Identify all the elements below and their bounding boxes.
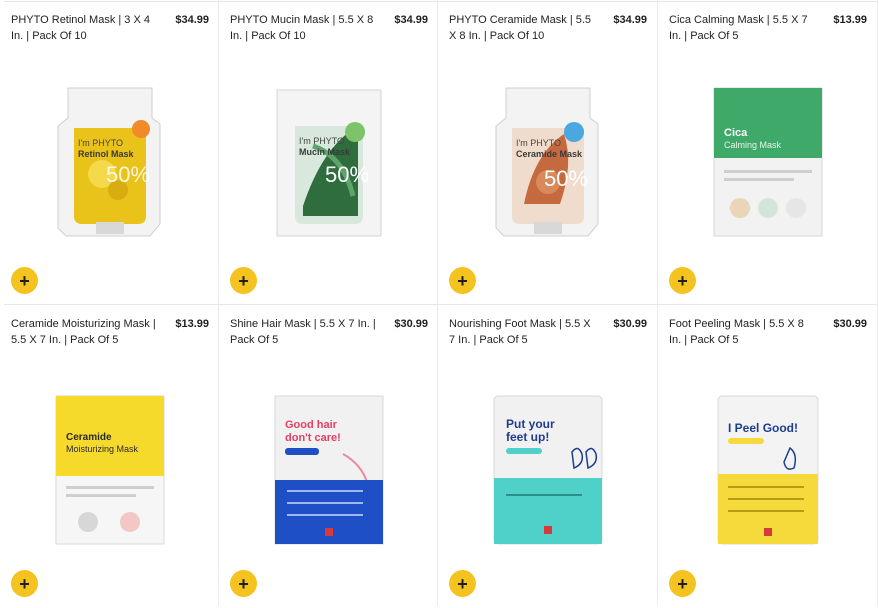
product-price: $34.99 [175, 14, 209, 26]
ceramide-moisturizing-mask-image[interactable]: Ceramide Moisturizing Mask [54, 394, 166, 546]
add-to-cart-button[interactable]: + [669, 267, 696, 294]
phyto-retinol-mask-image[interactable]: I'm PHYTO Retinol Mask 50% [54, 86, 166, 238]
product-title[interactable]: Cica Calming Mask | 5.5 X 7 In. | Pack O… [669, 12, 819, 44]
product-title[interactable]: PHYTO Retinol Mask | 3 X 4 In. | Pack Of… [11, 12, 161, 44]
add-to-cart-button[interactable]: + [449, 267, 476, 294]
product-title[interactable]: Foot Peeling Mask | 5.5 X 8 In. | Pack O… [669, 316, 819, 348]
svg-text:I'm PHYTO: I'm PHYTO [516, 138, 561, 148]
product-price: $13.99 [833, 14, 867, 26]
add-to-cart-button[interactable]: + [11, 267, 38, 294]
product-price: $30.99 [833, 318, 867, 330]
pack-text-2: feet up! [506, 430, 549, 444]
product-grid: PHYTO Retinol Mask | 3 X 4 In. | Pack Of… [0, 0, 879, 606]
pack-text: Mucin Mask [299, 147, 351, 157]
pack-text: Cica [724, 127, 748, 139]
product-card[interactable]: Ceramide Moisturizing Mask | 5.5 X 7 In.… [0, 305, 219, 608]
pack-text-2: Moisturizing Mask [66, 444, 139, 454]
cica-calming-mask-image[interactable]: Cica Calming Mask [712, 86, 824, 238]
nourishing-foot-mask-image[interactable]: Put your feet up! [492, 394, 604, 546]
product-price: $34.99 [613, 14, 647, 26]
add-to-cart-button[interactable]: + [669, 570, 696, 597]
pack-text: Good hair [285, 419, 338, 431]
product-title[interactable]: Nourishing Foot Mask | 5.5 X 7 In. | Pac… [449, 316, 599, 348]
product-price: $30.99 [613, 318, 647, 330]
divider [877, 0, 878, 606]
phyto-mucin-mask-image[interactable]: I'm PHYTO Mucin Mask 50% [273, 86, 385, 238]
pack-text: I Peel Good! [728, 421, 798, 435]
pack-text-2: don't care! [285, 432, 341, 444]
product-title[interactable]: Ceramide Moisturizing Mask | 5.5 X 7 In.… [11, 316, 161, 348]
product-card[interactable]: Foot Peeling Mask | 5.5 X 8 In. | Pack O… [658, 305, 877, 608]
product-price: $30.99 [394, 318, 428, 330]
svg-text:50%: 50% [544, 166, 588, 191]
product-card[interactable]: Nourishing Foot Mask | 5.5 X 7 In. | Pac… [438, 305, 657, 608]
product-card[interactable]: PHYTO Retinol Mask | 3 X 4 In. | Pack Of… [0, 1, 219, 304]
pack-text: Put your [506, 417, 555, 431]
foot-peeling-mask-image[interactable]: I Peel Good! [712, 394, 824, 546]
add-to-cart-button[interactable]: + [11, 570, 38, 597]
product-title[interactable]: Shine Hair Mask | 5.5 X 7 In. | Pack Of … [230, 316, 380, 348]
add-to-cart-button[interactable]: + [230, 570, 257, 597]
product-price: $13.99 [175, 318, 209, 330]
pack-text: Ceramide [66, 432, 112, 443]
product-card[interactable]: PHYTO Ceramide Mask | 5.5 X 8 In. | Pack… [438, 1, 657, 304]
product-card[interactable]: Cica Calming Mask | 5.5 X 7 In. | Pack O… [658, 1, 877, 304]
add-to-cart-button[interactable]: + [230, 267, 257, 294]
pack-text: Retinol Mask [78, 149, 135, 159]
pack-text: Ceramide Mask [516, 149, 583, 159]
svg-text:50%: 50% [325, 162, 369, 187]
product-card[interactable]: Shine Hair Mask | 5.5 X 7 In. | Pack Of … [219, 305, 438, 608]
phyto-ceramide-mask-image[interactable]: I'm PHYTO Ceramide Mask 50% [492, 86, 604, 238]
shine-hair-mask-image[interactable]: Good hair don't care! [273, 394, 385, 546]
product-title[interactable]: PHYTO Ceramide Mask | 5.5 X 8 In. | Pack… [449, 12, 599, 44]
product-card[interactable]: PHYTO Mucin Mask | 5.5 X 8 In. | Pack Of… [219, 1, 438, 304]
svg-text:50%: 50% [106, 162, 150, 187]
add-to-cart-button[interactable]: + [449, 570, 476, 597]
svg-text:I'm PHYTO: I'm PHYTO [78, 138, 123, 148]
pack-text-2: Calming Mask [724, 140, 782, 150]
svg-text:I'm PHYTO: I'm PHYTO [299, 136, 344, 146]
product-price: $34.99 [394, 14, 428, 26]
product-title[interactable]: PHYTO Mucin Mask | 5.5 X 8 In. | Pack Of… [230, 12, 380, 44]
